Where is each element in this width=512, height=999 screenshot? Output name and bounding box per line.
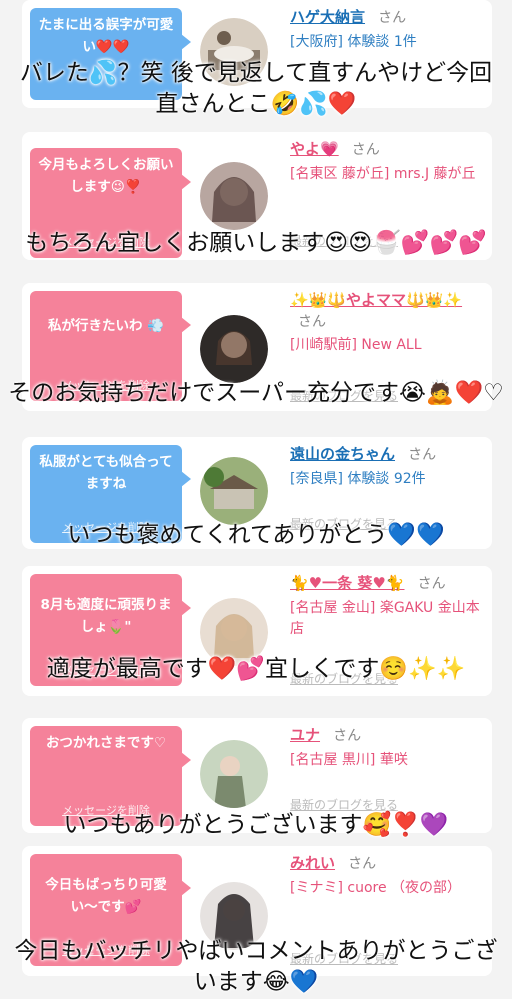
user-info: ✨👑🔱やよママ🔱👑✨ さん [川崎駅前] New ALL xyxy=(290,289,486,356)
honorific: さん xyxy=(408,447,437,463)
overlay-caption: 今日もバッチリやばいコメントありがとうございます😂💙 xyxy=(14,938,498,995)
user-info: やよ💗 さん [名東区 藤が丘] mrs.J 藤が丘 xyxy=(290,138,486,185)
honorific: さん xyxy=(378,10,407,26)
message-text: 今月もよろしくお願いします😉❣️ xyxy=(38,157,174,195)
user-name-link[interactable]: やよ💗 xyxy=(290,140,339,158)
user-name-link[interactable]: ✨👑🔱やよママ🔱👑✨ xyxy=(290,291,462,309)
user-name-link[interactable]: みれい xyxy=(290,854,335,872)
overlay-caption: 適度が最高です❤️💕宜しくです☺️✨✨ xyxy=(46,656,466,682)
overlay-caption: バレた💦？笑 後で見返して直すんやけど今回直さんとこ🤣💦❤️ xyxy=(19,60,493,117)
avatar[interactable] xyxy=(200,315,268,383)
honorific: さん xyxy=(348,856,377,872)
avatar[interactable] xyxy=(200,457,268,525)
overlay-caption: もちろん宜しくお願いします😍😍🍧💕💕💕 xyxy=(25,230,487,256)
honorific: さん xyxy=(333,728,362,744)
overlay-caption: そのお気持ちだけでスーパー充分です😭🙇❤️♡ xyxy=(8,380,504,406)
message-text: おつかれさまです♡ xyxy=(45,735,167,751)
shop-info[interactable]: [名古屋 黒川] 華咲 xyxy=(290,750,486,771)
shop-info[interactable]: [大阪府] 体験談 1件 xyxy=(290,32,486,53)
user-name-link[interactable]: ハゲ大納言 xyxy=(290,8,365,26)
avatar[interactable] xyxy=(200,162,268,230)
honorific: さん xyxy=(417,576,446,592)
user-name-link[interactable]: 遠山の金ちゃん xyxy=(290,445,395,463)
user-info: ユナ さん [名古屋 黒川] 華咲 xyxy=(290,724,486,771)
user-name-link[interactable]: 🐈♥一条 葵♥🐈 xyxy=(290,574,404,592)
honorific: さん xyxy=(351,142,380,158)
user-info: ハゲ大納言 さん [大阪府] 体験談 1件 xyxy=(290,6,486,53)
message-text: 8月も適度に頑張りましょ🌷" xyxy=(40,597,172,635)
message-text: 私が行きたいわ 💨 xyxy=(47,318,164,334)
user-info: 遠山の金ちゃん さん [奈良県] 体験談 92件 xyxy=(290,443,486,490)
shop-info[interactable]: [ミナミ] cuore （夜の部） xyxy=(290,878,486,899)
shop-info[interactable]: [名東区 藤が丘] mrs.J 藤が丘 xyxy=(290,164,486,185)
shop-info[interactable]: [川崎駅前] New ALL xyxy=(290,335,486,356)
shop-info[interactable]: [奈良県] 体験談 92件 xyxy=(290,469,486,490)
avatar[interactable] xyxy=(200,740,268,808)
user-info: みれい さん [ミナミ] cuore （夜の部） xyxy=(290,852,486,899)
user-name-link[interactable]: ユナ xyxy=(290,726,320,744)
shop-info[interactable]: [名古屋 金山] 楽GAKU 金山本店 xyxy=(290,598,486,640)
message-text: 私服がとても似合ってますね xyxy=(39,454,173,492)
overlay-caption: いつもありがとうございます🥰❣️💜 xyxy=(63,812,449,838)
overlay-caption: いつも褒めてくれてありがとう💙💙 xyxy=(67,522,445,548)
honorific: さん xyxy=(298,314,326,330)
user-info: 🐈♥一条 葵♥🐈 さん [名古屋 金山] 楽GAKU 金山本店 xyxy=(290,572,486,640)
message-text: たまに出る誤字が可愛い❤️❤️ xyxy=(38,17,174,55)
message-text: 今日もばっちり可愛い〜です💕 xyxy=(45,877,167,915)
